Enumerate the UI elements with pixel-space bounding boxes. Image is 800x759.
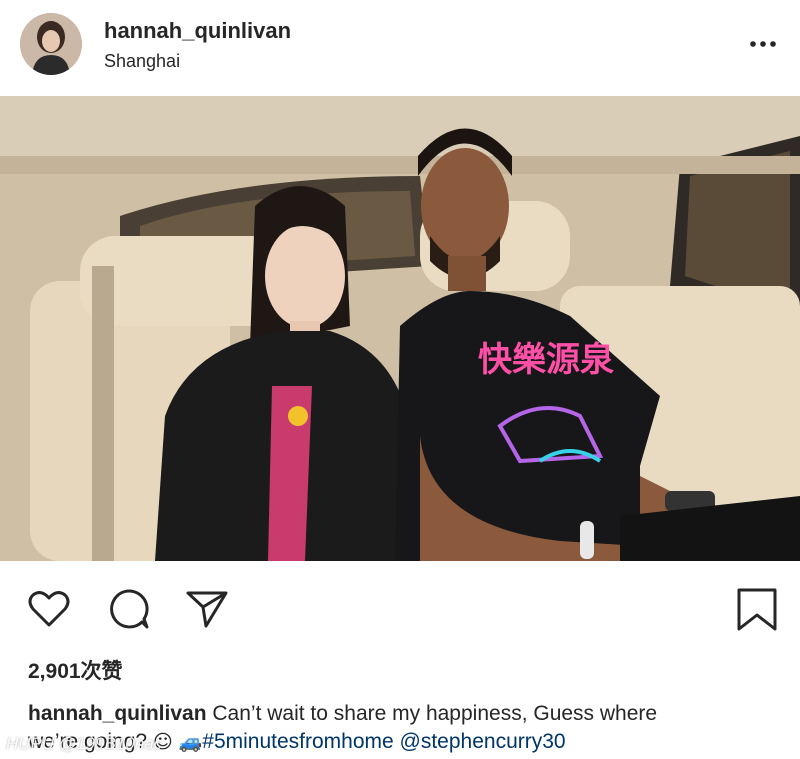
post-actions — [0, 575, 800, 641]
bookmark-icon[interactable] — [733, 585, 781, 633]
mention-link[interactable]: @stephencurry30 — [400, 730, 566, 753]
user-avatar[interactable] — [20, 13, 82, 75]
post-header: hannah_quinlivan Shanghai — [0, 0, 800, 96]
comment-icon[interactable] — [104, 585, 152, 633]
smiling-face-emoji: ☺ — [152, 731, 173, 753]
likes-count[interactable]: 2,901次赞 — [28, 655, 123, 685]
car-emoji: 🚙 — [178, 731, 203, 753]
post-photo[interactable]: 快樂源泉 — [0, 96, 800, 561]
heart-icon[interactable] — [25, 585, 73, 633]
send-icon[interactable] — [183, 585, 231, 633]
post-location[interactable]: Shanghai — [104, 51, 180, 72]
caption-text-line2: we’re going? — [28, 730, 148, 753]
caption-username[interactable]: hannah_quinlivan — [28, 702, 207, 725]
post-username[interactable]: hannah_quinlivan — [104, 18, 291, 44]
caption-text-line1: Can’t wait to share my happiness, Guess … — [212, 702, 658, 725]
hashtag-link[interactable]: #5minutesfromhome — [202, 730, 393, 753]
post-caption: hannah_quinlivan Can’t wait to share my … — [28, 700, 768, 756]
more-options-icon[interactable] — [745, 30, 781, 54]
shirt-graphic-text: 快樂源泉 — [478, 340, 614, 380]
